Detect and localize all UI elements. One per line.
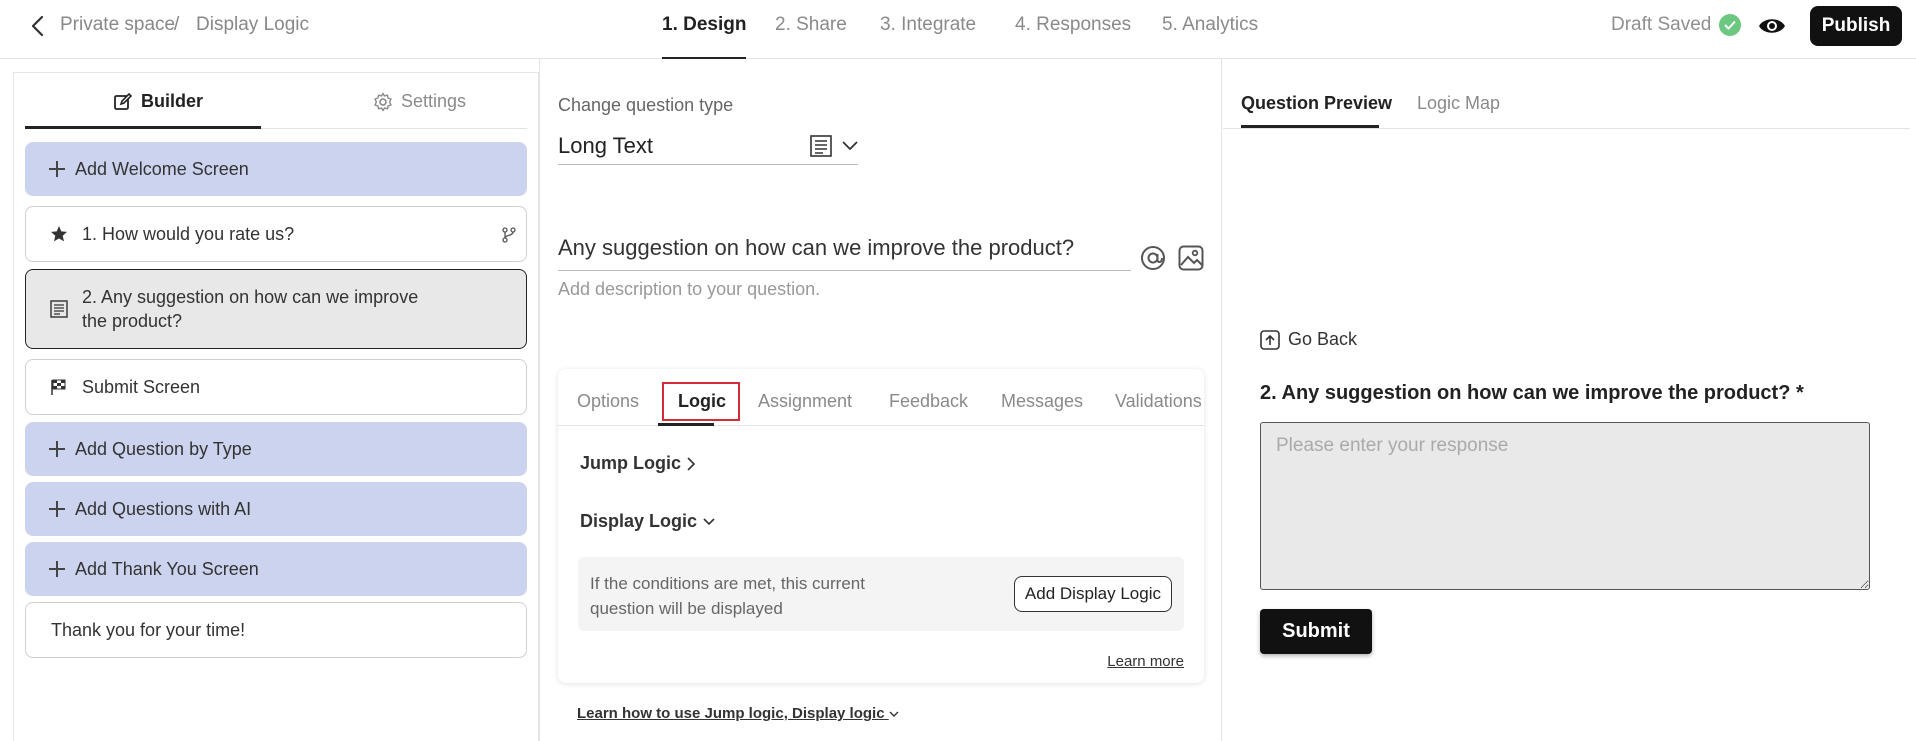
tab-question-preview[interactable]: Question Preview: [1241, 93, 1392, 114]
add-thank-you-screen-button[interactable]: Add Thank You Screen: [25, 542, 527, 596]
question-editor: Change question type Long Text Any sugge…: [539, 59, 1222, 741]
question-type-select[interactable]: Long Text: [558, 131, 858, 165]
display-logic-toggle[interactable]: Display Logic: [580, 511, 715, 532]
preview-question-title: 2. Any suggestion on how can we improve …: [1260, 382, 1804, 404]
edit-icon: [114, 92, 133, 110]
preview-tabs: Question Preview Logic Map: [1223, 59, 1910, 129]
tab-settings[interactable]: Settings: [373, 91, 466, 112]
thank-you-item[interactable]: Thank you for your time!: [25, 602, 527, 658]
tab-settings-label: Settings: [401, 91, 467, 111]
draft-status-label: Draft Saved: [1611, 14, 1712, 35]
add-question-by-type-label: Add Question by Type: [75, 438, 252, 459]
chevron-right-icon: [687, 456, 696, 471]
tab-underline: [1241, 125, 1379, 128]
branch-icon[interactable]: [502, 227, 516, 243]
question-settings-card: Options Logic Assignment Feedback Messag…: [558, 369, 1204, 683]
highlight-box: [662, 382, 740, 421]
step-responses[interactable]: 4. Responses: [1015, 14, 1131, 59]
plus-icon: [49, 441, 65, 457]
question-title-input[interactable]: Any suggestion on how can we improve the…: [558, 235, 1131, 271]
question-title-text: Any suggestion on how can we improve the…: [558, 235, 1075, 260]
submit-screen-item[interactable]: Submit Screen: [25, 359, 527, 415]
gear-icon: [374, 92, 392, 111]
plus-icon: [49, 161, 65, 177]
display-logic-condition-box: If the conditions are met, this current …: [578, 557, 1184, 631]
submit-screen-label: Submit Screen: [82, 376, 201, 397]
question-item-2[interactable]: 2. Any suggestion on how can we improve …: [25, 269, 527, 349]
tab-builder-label: Builder: [141, 91, 204, 111]
plus-icon: [49, 501, 65, 517]
learn-more-link[interactable]: Learn more: [1107, 653, 1184, 670]
change-question-type-label: Change question type: [558, 95, 734, 115]
tab-underline: [25, 126, 261, 129]
add-display-logic-button[interactable]: Add Display Logic: [1013, 576, 1172, 612]
jump-logic-label: Jump Logic: [580, 453, 682, 473]
go-back-label: Go Back: [1288, 329, 1358, 349]
step-design[interactable]: 1. Design: [662, 14, 747, 59]
long-text-icon: [810, 135, 832, 157]
tab-logic-map[interactable]: Logic Map: [1417, 93, 1500, 114]
chevron-down-icon: [703, 517, 715, 525]
question-item-2-label: 2. Any suggestion on how can we improve …: [82, 287, 419, 331]
learn-how-link[interactable]: Learn how to use Jump logic, Display log…: [577, 705, 899, 722]
learn-how-label: Learn how to use Jump logic, Display log…: [577, 705, 885, 722]
question-item-1[interactable]: 1. How would you rate us?: [25, 206, 527, 262]
tab-messages[interactable]: Messages: [1001, 391, 1083, 412]
at-sign-icon[interactable]: [1140, 245, 1166, 271]
tab-builder[interactable]: Builder: [113, 91, 203, 112]
add-question-by-type-button[interactable]: Add Question by Type: [25, 422, 527, 476]
add-questions-with-ai-label: Add Questions with AI: [75, 498, 252, 519]
add-welcome-screen-label: Add Welcome Screen: [75, 158, 249, 179]
checkered-flag-icon: [51, 379, 66, 395]
thank-you-label: Thank you for your time!: [51, 619, 246, 640]
builder-tabs: Builder Settings: [25, 73, 527, 129]
draft-status: Draft Saved: [1611, 14, 1742, 36]
condition-text: If the conditions are met, this current …: [590, 574, 865, 618]
question-description-input[interactable]: Add description to your question.: [558, 279, 820, 300]
preview-panel: Question Preview Logic Map Go Back 2. An…: [1223, 59, 1916, 741]
top-bar: Private space / Display Logic 1. Design …: [0, 0, 1916, 59]
image-icon[interactable]: [1178, 245, 1204, 271]
jump-logic-toggle[interactable]: Jump Logic: [580, 453, 696, 474]
tab-underline: [658, 423, 714, 426]
step-integrate[interactable]: 3. Integrate: [880, 14, 976, 59]
tab-assignment[interactable]: Assignment: [758, 391, 852, 412]
tab-options[interactable]: Options: [577, 391, 639, 412]
eye-icon[interactable]: [1758, 15, 1786, 37]
chevron-down-icon: [889, 711, 899, 717]
tab-validations[interactable]: Validations: [1115, 391, 1202, 412]
step-analytics[interactable]: 5. Analytics: [1162, 14, 1258, 59]
add-welcome-screen-button[interactable]: Add Welcome Screen: [25, 142, 527, 196]
add-questions-with-ai-button[interactable]: Add Questions with AI: [25, 482, 527, 536]
question-item-1-label: 1. How would you rate us?: [82, 223, 295, 244]
plus-icon: [49, 561, 65, 577]
publish-button[interactable]: Publish: [1810, 6, 1902, 46]
settings-tabs: Options Logic Assignment Feedback Messag…: [558, 369, 1204, 426]
response-textarea[interactable]: [1260, 422, 1870, 590]
tab-feedback[interactable]: Feedback: [889, 391, 968, 412]
long-text-icon: [50, 300, 68, 318]
question-type-value: Long Text: [558, 133, 654, 158]
go-back-button[interactable]: Go Back: [1260, 329, 1357, 350]
star-icon: [51, 226, 67, 242]
step-share[interactable]: 2. Share: [775, 14, 847, 59]
chevron-down-icon: [842, 141, 858, 151]
add-thank-you-screen-label: Add Thank You Screen: [75, 558, 259, 579]
question-type-icons: [810, 135, 858, 157]
check-circle-icon: [1719, 14, 1742, 36]
submit-button[interactable]: Submit: [1260, 609, 1372, 654]
builder-panel: Builder Settings Add Welcome Screen 1. H…: [13, 72, 539, 741]
arrow-up-box-icon: [1260, 329, 1280, 350]
display-logic-label: Display Logic: [580, 511, 698, 531]
